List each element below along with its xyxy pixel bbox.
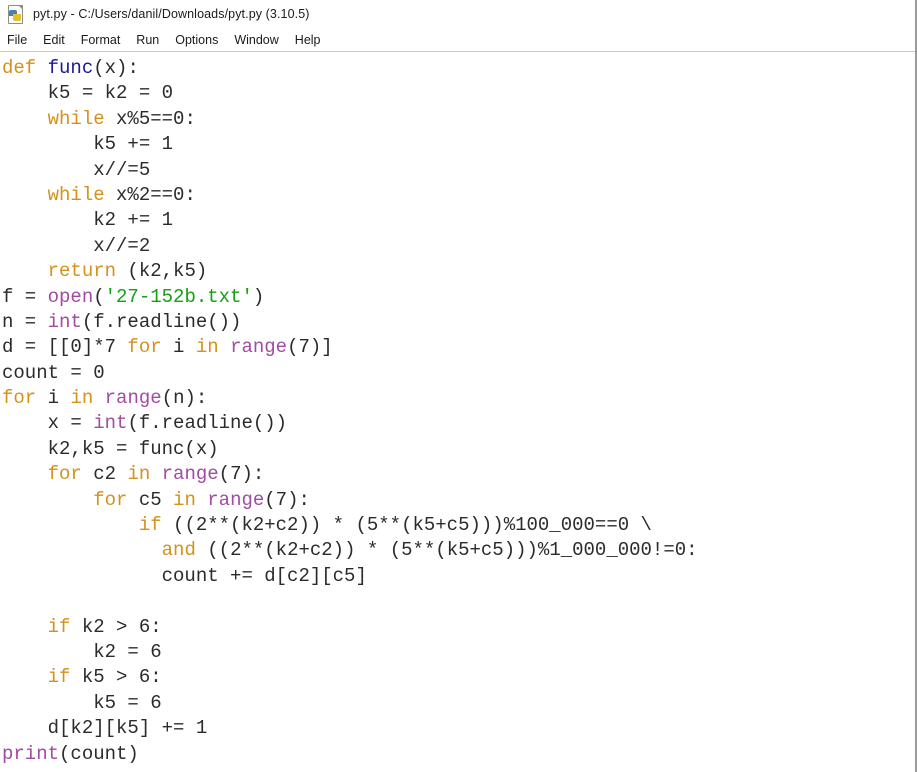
code-line: if ((2**(k2+c2)) * (5**(k5+c5)))%100_000… — [138, 514, 652, 537]
code-line: k5 = k2 = 0 — [2, 82, 174, 105]
code-line: for i in range(n): — [2, 387, 208, 410]
menu-item-options[interactable]: Options — [175, 32, 227, 48]
python-file-icon — [7, 5, 25, 24]
code-line: if k5 > 6: — [47, 666, 162, 689]
menu-item-run[interactable]: Run — [136, 32, 168, 48]
code-line: print(count) — [2, 742, 139, 765]
code-line: count += d[c2][c5] — [2, 564, 367, 587]
code-line: n = int(f.readline()) — [2, 310, 242, 333]
source-code[interactable]: def func(x): k5 = k2 = 0 while x%5==0: k… — [2, 56, 915, 767]
window-title: pyt.py - C:/Users/danil/Downloads/pyt.py… — [33, 7, 310, 21]
code-line: k2 += 1 — [2, 209, 174, 232]
menu-item-format[interactable]: Format — [81, 32, 130, 48]
code-line: count = 0 — [2, 361, 105, 384]
code-line: f = open('27-152b.txt') — [2, 285, 265, 308]
menu-bar: File Edit Format Run Options Window Help — [0, 28, 915, 51]
code-line: k2 = 6 — [2, 640, 162, 663]
code-line: d[k2][k5] += 1 — [2, 717, 208, 740]
code-line: while x%2==0: — [47, 183, 196, 206]
code-line: for c5 in range(7): — [93, 488, 310, 511]
code-line: x//=2 — [2, 234, 151, 257]
menu-item-help[interactable]: Help — [295, 32, 330, 48]
menu-item-window[interactable]: Window — [234, 32, 287, 48]
code-line: while x%5==0: — [47, 107, 196, 130]
code-line: k2,k5 = func(x) — [2, 437, 219, 460]
code-line: k5 += 1 — [2, 133, 174, 156]
code-line: if k2 > 6: — [47, 615, 162, 638]
menu-item-edit[interactable]: Edit — [43, 32, 74, 48]
code-line: k5 = 6 — [2, 691, 162, 714]
code-line: x//=5 — [2, 158, 151, 181]
title-bar: pyt.py - C:/Users/danil/Downloads/pyt.py… — [0, 0, 915, 28]
code-line: and ((2**(k2+c2)) * (5**(k5+c5)))%1_000_… — [161, 539, 698, 562]
code-line: for c2 in range(7): — [47, 463, 265, 486]
code-line: def func(x): — [2, 57, 139, 79]
idle-editor-window: pyt.py - C:/Users/danil/Downloads/pyt.py… — [0, 0, 917, 772]
code-line: x = int(f.readline()) — [2, 412, 288, 435]
code-line: d = [[0]*7 for i in range(7)] — [2, 336, 333, 359]
code-line: return (k2,k5) — [47, 260, 208, 283]
code-editor-area[interactable]: def func(x): k5 = k2 = 0 while x%5==0: k… — [0, 52, 915, 769]
menu-item-file[interactable]: File — [7, 32, 36, 48]
